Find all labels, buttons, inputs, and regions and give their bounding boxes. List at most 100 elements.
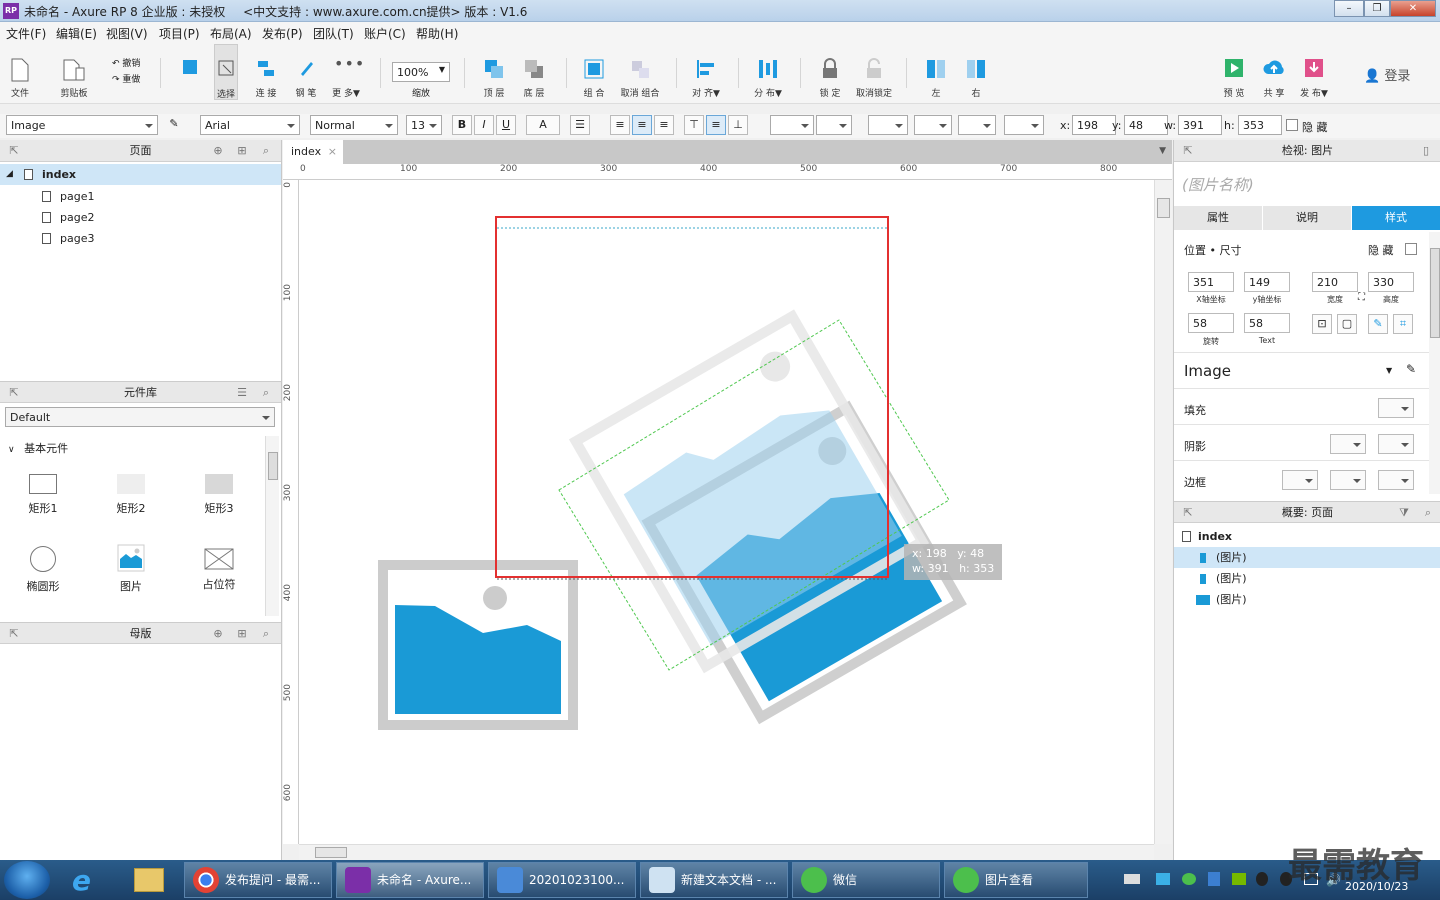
hamburger-menu-icon[interactable]: ☰ bbox=[234, 382, 250, 404]
x-input[interactable]: 198 bbox=[1072, 115, 1116, 135]
widget-rect3[interactable]: 矩形3 bbox=[189, 474, 249, 516]
filter-icon[interactable]: ⧩ bbox=[1396, 502, 1412, 524]
underline-button[interactable]: U bbox=[496, 115, 516, 135]
fill-color-select[interactable] bbox=[1378, 398, 1414, 418]
category-basic[interactable]: ∨ 基本元件 bbox=[8, 440, 68, 456]
outline-root[interactable]: index bbox=[1174, 526, 1440, 547]
taskbar-wechat[interactable]: 微信 bbox=[792, 862, 940, 898]
x-coordinate-input[interactable]: 351 bbox=[1188, 272, 1234, 292]
tray-shield-icon[interactable] bbox=[1208, 872, 1220, 886]
widget-rect1[interactable]: 矩形1 bbox=[13, 474, 73, 516]
text-rotation-input[interactable]: 58 bbox=[1244, 313, 1290, 333]
menu-publish[interactable]: 发布(P) bbox=[262, 25, 303, 42]
page-item-index[interactable]: ◢ index bbox=[0, 164, 281, 185]
border-color-select[interactable] bbox=[1330, 470, 1366, 490]
taskbar-document[interactable]: 20201023100... bbox=[488, 862, 636, 898]
group-tool[interactable]: 组 合 bbox=[582, 44, 606, 100]
line-width-select[interactable] bbox=[914, 115, 952, 135]
page-item-page2[interactable]: page2 bbox=[0, 207, 281, 228]
valign-bottom-icon[interactable]: ⊥ bbox=[728, 115, 748, 135]
h-input[interactable]: 353 bbox=[1238, 115, 1282, 135]
tray-keyboard-icon[interactable] bbox=[1124, 874, 1140, 884]
shadow-select[interactable] bbox=[816, 115, 852, 135]
style-edit-icon[interactable]: ✎ bbox=[1406, 362, 1416, 376]
height-input[interactable]: 330 bbox=[1368, 272, 1414, 292]
fill-color-select[interactable] bbox=[770, 115, 814, 135]
border-pattern-select[interactable] bbox=[1378, 470, 1414, 490]
canvas-horizontal-scrollbar[interactable] bbox=[299, 844, 1154, 860]
style-dropdown-icon[interactable]: ▼ bbox=[1386, 366, 1392, 375]
outline-item-image3[interactable]: (图片) bbox=[1174, 589, 1440, 610]
widget-name-input[interactable]: (图片名称) bbox=[1182, 174, 1254, 195]
font-family-select[interactable]: Arial bbox=[200, 115, 300, 135]
search-icon[interactable]: ⌕ bbox=[258, 382, 274, 404]
search-icon[interactable]: ⌕ bbox=[258, 623, 274, 645]
more-tool[interactable]: ••• 更 多▼ bbox=[332, 44, 364, 100]
publish-button[interactable]: 发 布▼ bbox=[1300, 44, 1328, 100]
tray-media-icon[interactable] bbox=[1156, 873, 1170, 885]
font-style-select[interactable]: Normal bbox=[310, 115, 398, 135]
tab-menu-chevron-icon[interactable]: ▼ bbox=[1159, 146, 1166, 156]
outer-shadow-select[interactable] bbox=[1330, 434, 1366, 454]
tab-properties[interactable]: 属性 bbox=[1174, 206, 1263, 230]
menu-team[interactable]: 团队(T) bbox=[313, 25, 354, 42]
scroll-thumb[interactable] bbox=[268, 452, 278, 480]
close-button[interactable]: ✕ bbox=[1390, 0, 1436, 17]
ungroup-tool[interactable]: 取消 组合 bbox=[621, 44, 659, 100]
taskbar-axure[interactable]: 未命名 - Axure... bbox=[336, 862, 484, 898]
tab-style[interactable]: 样式 bbox=[1352, 206, 1440, 230]
italic-button[interactable]: I bbox=[474, 115, 494, 135]
search-icon[interactable]: ⌕ bbox=[1420, 502, 1436, 524]
tab-notes[interactable]: 说明 bbox=[1263, 206, 1352, 230]
inspector-scrollbar[interactable] bbox=[1429, 232, 1440, 494]
border-width-select[interactable] bbox=[1282, 470, 1318, 490]
lock-aspect-icon[interactable]: ⛶ bbox=[1358, 292, 1365, 303]
minimize-button[interactable]: – bbox=[1334, 0, 1364, 17]
align-right-text-icon[interactable]: ≡ bbox=[654, 115, 674, 135]
scroll-thumb[interactable] bbox=[1157, 198, 1170, 218]
align-left-text-icon[interactable]: ≡ bbox=[610, 115, 630, 135]
tray-nvidia-icon[interactable] bbox=[1232, 873, 1246, 885]
login-button[interactable]: 👤 登录 bbox=[1364, 65, 1410, 84]
widget-image[interactable]: 图片 bbox=[101, 544, 161, 594]
image-widget-3[interactable] bbox=[378, 560, 578, 730]
file-tool[interactable]: 文件 bbox=[8, 44, 32, 100]
undo-button[interactable]: ↶ 撤销 bbox=[112, 56, 140, 69]
maximize-button[interactable]: ❐ bbox=[1364, 0, 1390, 17]
valign-middle-icon[interactable]: ≡ bbox=[706, 115, 726, 135]
hide-checkbox[interactable] bbox=[1405, 243, 1417, 255]
scroll-thumb[interactable] bbox=[315, 847, 347, 858]
add-folder-icon[interactable]: ⊞ bbox=[234, 623, 250, 645]
crop-icon[interactable]: ⌗ bbox=[1393, 314, 1413, 334]
menu-project[interactable]: 项目(P) bbox=[159, 25, 200, 42]
send-bottom-tool[interactable]: 底 层 bbox=[522, 44, 546, 100]
hidden-checkbox[interactable] bbox=[1286, 119, 1298, 131]
taskbar-notepad[interactable]: 新建文本文档 - ... bbox=[640, 862, 788, 898]
menu-layout[interactable]: 布局(A) bbox=[210, 25, 252, 42]
add-folder-icon[interactable]: ⊞ bbox=[234, 140, 250, 162]
add-master-icon[interactable]: ⊕ bbox=[210, 623, 226, 645]
search-icon[interactable]: ⌕ bbox=[258, 140, 274, 162]
library-select[interactable]: Default bbox=[5, 407, 275, 427]
unlock-tool[interactable]: 取消锁定 bbox=[856, 44, 892, 100]
taskbar-chrome[interactable]: 发布提问 - 最需... bbox=[184, 862, 332, 898]
start-button[interactable] bbox=[4, 861, 50, 899]
y-coordinate-input[interactable]: 149 bbox=[1244, 272, 1290, 292]
distribute-tool[interactable]: 分 布▼ bbox=[754, 44, 782, 100]
tray-qq-icon[interactable] bbox=[1256, 872, 1268, 886]
line-pattern-select[interactable] bbox=[958, 115, 996, 135]
clipboard-tool[interactable]: 剪贴板 bbox=[60, 44, 88, 100]
style-edit-icon[interactable]: ✎ bbox=[164, 115, 184, 135]
zoom-select[interactable]: 100% ▼ bbox=[392, 62, 450, 82]
tab-index[interactable]: index × bbox=[283, 140, 343, 164]
outline-item-image2[interactable]: (图片) bbox=[1174, 568, 1440, 589]
page-item-page3[interactable]: page3 bbox=[0, 228, 281, 249]
taskbar-image-viewer[interactable]: 图片查看 bbox=[944, 862, 1088, 898]
align-tool[interactable]: 对 齐▼ bbox=[692, 44, 720, 100]
menu-edit[interactable]: 编辑(E) bbox=[56, 25, 97, 42]
menu-file[interactable]: 文件(F) bbox=[6, 25, 46, 42]
width-input[interactable]: 210 bbox=[1312, 272, 1358, 292]
color-picker-icon[interactable]: ✎ bbox=[1368, 314, 1388, 334]
right-tool[interactable]: 右 bbox=[964, 44, 988, 100]
canvas-vertical-scrollbar[interactable] bbox=[1154, 180, 1172, 844]
